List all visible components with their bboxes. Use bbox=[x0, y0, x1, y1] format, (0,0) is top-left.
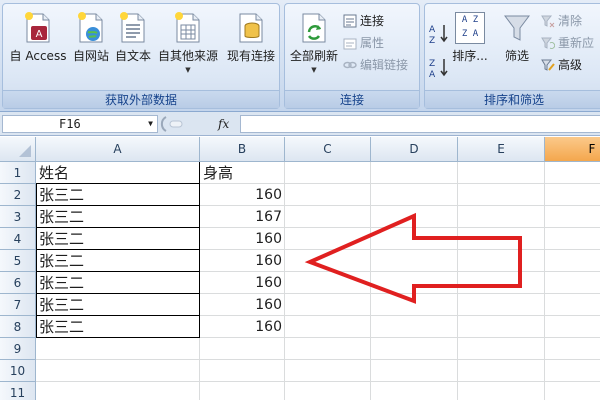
group-label-get-external-data: 获取外部数据 bbox=[3, 90, 279, 108]
group-label-sort-filter: 排序和筛选 bbox=[425, 90, 600, 108]
sort-a-z-icon: A Z bbox=[429, 25, 448, 46]
other-sources-icon bbox=[175, 12, 200, 43]
funnel-icon bbox=[504, 15, 530, 41]
svg-text:Z: Z bbox=[429, 59, 435, 69]
reapply-icon bbox=[541, 37, 555, 49]
existing-connections-button[interactable]: 现有连接 bbox=[225, 10, 277, 82]
from-web-label: 自网站 bbox=[72, 49, 109, 63]
reapply-label: 重新应 bbox=[558, 36, 595, 50]
clear-filter-label: 清除 bbox=[558, 14, 583, 28]
formula-bar-splitter-icon[interactable] bbox=[160, 115, 184, 133]
clear-filter-icon bbox=[541, 15, 555, 28]
access-db-icon: A bbox=[25, 12, 50, 43]
formula-bar: F16 ▼ fx bbox=[0, 112, 600, 136]
properties-label: 属性 bbox=[360, 36, 385, 50]
sort-icon-za: Z A bbox=[461, 29, 479, 39]
edit-links-icon bbox=[343, 61, 357, 69]
chevron-down-icon[interactable]: ▼ bbox=[148, 116, 153, 132]
reapply-button[interactable]: 重新应 bbox=[541, 34, 594, 53]
clear-filter-button[interactable]: 清除 bbox=[541, 12, 582, 31]
worksheet-grid: ABCDEF 1 2 3 4 5 6 7 8 9 10 11 姓名 身高 张三二 160 张三二 167 张三二… bbox=[0, 137, 600, 400]
text-file-icon bbox=[120, 12, 145, 43]
filter-button[interactable]: 筛选 bbox=[497, 10, 537, 82]
svg-text:A: A bbox=[429, 70, 436, 80]
sort-descending-button[interactable]: Z A bbox=[429, 56, 449, 80]
connections-label: 连接 bbox=[360, 14, 385, 28]
web-globe-icon bbox=[78, 12, 103, 43]
svg-text:A: A bbox=[429, 25, 436, 35]
advanced-filter-icon bbox=[541, 59, 555, 71]
existing-connections-icon bbox=[239, 13, 263, 43]
from-access-label: 自 Access bbox=[9, 49, 67, 63]
sort-dialog-icon: A Z Z A bbox=[455, 12, 485, 44]
from-text-label: 自文本 bbox=[114, 49, 151, 63]
sort-label: 排序... bbox=[452, 49, 488, 63]
refresh-all-label: 全部刷新 bbox=[289, 49, 338, 63]
from-text-button[interactable]: 自文本 bbox=[113, 10, 153, 82]
properties-icon bbox=[343, 38, 357, 50]
group-get-external-data: A 自 Access 自网站 自文本 自其他来源 ▼ 现有连接 获取外部数据 bbox=[2, 3, 280, 109]
arrow-shape bbox=[304, 212, 522, 304]
existing-connections-label: 现有连接 bbox=[226, 49, 275, 63]
svg-text:Z: Z bbox=[429, 36, 435, 46]
chevron-down-icon[interactable]: ▼ bbox=[287, 65, 341, 75]
formula-input[interactable] bbox=[240, 115, 600, 133]
group-connections: 全部刷新 ▼ 连接 属性 编辑链接 连接 bbox=[284, 3, 420, 109]
formula-controls: fx bbox=[160, 115, 240, 133]
advanced-filter-label: 高级 bbox=[558, 58, 583, 72]
from-access-button[interactable]: A 自 Access bbox=[7, 10, 69, 82]
sort-ascending-button[interactable]: A Z bbox=[429, 22, 449, 46]
sort-icon-az: A Z bbox=[461, 15, 479, 25]
refresh-all-button[interactable]: 全部刷新 ▼ bbox=[287, 10, 341, 82]
filter-label: 筛选 bbox=[504, 49, 529, 63]
connections-icon bbox=[343, 14, 357, 28]
svg-text:A: A bbox=[36, 29, 43, 40]
from-web-button[interactable]: 自网站 bbox=[71, 10, 111, 82]
name-box-value: F16 bbox=[59, 117, 81, 131]
chevron-down-icon[interactable]: ▼ bbox=[155, 65, 221, 75]
data-ribbon: A 自 Access 自网站 自文本 自其他来源 ▼ 现有连接 获取外部数据 全… bbox=[0, 0, 600, 112]
from-other-sources-button[interactable]: 自其他来源 ▼ bbox=[155, 10, 221, 82]
name-box[interactable]: F16 ▼ bbox=[2, 115, 158, 133]
red-arrow-annotation bbox=[304, 212, 522, 304]
sort-z-a-icon: Z A bbox=[429, 59, 448, 80]
properties-button[interactable]: 属性 bbox=[343, 34, 384, 53]
refresh-icon bbox=[302, 13, 326, 43]
connections-button[interactable]: 连接 bbox=[343, 12, 384, 31]
sort-button[interactable]: A Z Z A 排序... bbox=[451, 10, 489, 82]
advanced-filter-button[interactable]: 高级 bbox=[541, 56, 582, 75]
group-sort-filter: A Z Z A A Z Z A 排序... 筛选 清除 重新应 高级 排序和筛选 bbox=[424, 3, 600, 109]
edit-links-button[interactable]: 编辑链接 bbox=[343, 56, 408, 75]
insert-function-icon[interactable]: fx bbox=[218, 115, 229, 133]
edit-links-label: 编辑链接 bbox=[360, 58, 409, 72]
group-label-connections: 连接 bbox=[285, 90, 419, 108]
from-other-sources-label: 自其他来源 bbox=[157, 49, 218, 63]
